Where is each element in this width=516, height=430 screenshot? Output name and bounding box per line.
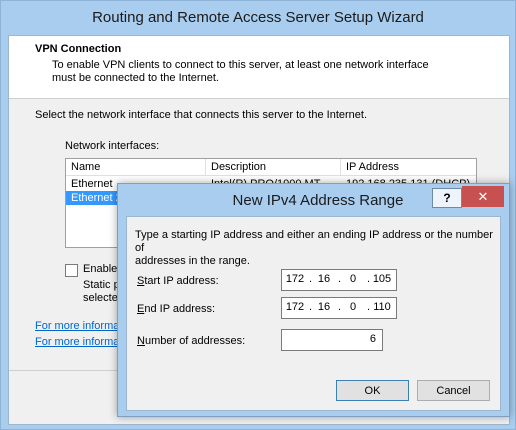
ipv4-range-dialog: New IPv4 Address Range ? ✕ Type a starti…	[117, 183, 510, 417]
wizard-header: VPN Connection To enable VPN clients to …	[9, 36, 509, 99]
column-header-name[interactable]: Name	[66, 159, 206, 175]
column-header-ip[interactable]: IP Address	[341, 159, 476, 175]
start-ip-octet-4[interactable]: 105	[371, 273, 393, 285]
start-ip-input[interactable]: 172 . 16 . 0 . 105	[281, 269, 397, 291]
octet-separator: .	[367, 273, 371, 285]
number-label-text: umber of addresses:	[144, 335, 246, 347]
close-icon: ✕	[477, 189, 489, 204]
help-button[interactable]: ?	[432, 188, 462, 208]
number-of-addresses-value: 6	[369, 333, 376, 345]
column-header-description[interactable]: Description	[206, 159, 341, 175]
close-button[interactable]: ✕	[462, 186, 504, 207]
dialog-client-area: Type a starting IP address and either an…	[126, 216, 501, 411]
dialog-title: New IPv4 Address Range	[232, 192, 404, 209]
start-ip-octet-2[interactable]: 16	[313, 273, 335, 285]
network-interfaces-label: Network interfaces:	[65, 140, 160, 152]
dialog-description: Type a starting IP address and either an…	[135, 229, 495, 268]
number-of-addresses-label: Number of addresses:	[137, 335, 245, 347]
more-info-link-2[interactable]: For more informati	[35, 336, 125, 348]
number-of-addresses-input[interactable]: 6	[281, 329, 383, 351]
end-ip-octet-4[interactable]: 110	[371, 301, 393, 313]
help-icon: ?	[443, 191, 451, 205]
instruction-text: Select the network interface that connec…	[35, 109, 368, 121]
octet-separator: .	[338, 273, 342, 285]
page-description-line1: To enable VPN clients to connect to this…	[52, 59, 429, 71]
ok-button[interactable]: OK	[336, 380, 409, 401]
dialog-description-line2: addresses in the range.	[135, 255, 250, 267]
end-ip-octet-1[interactable]: 172	[284, 301, 306, 313]
start-ip-label-text: tart IP address:	[144, 275, 219, 287]
more-info-link-1[interactable]: For more informati	[35, 320, 125, 332]
enable-checkbox-label: Enable	[83, 263, 118, 275]
page-title: VPN Connection	[35, 43, 122, 55]
octet-separator: .	[367, 301, 371, 313]
wizard-title: Routing and Remote Access Server Setup W…	[92, 9, 424, 26]
end-ip-octet-3[interactable]: 0	[342, 301, 364, 313]
page-description-line2: must be connected to the Internet.	[52, 72, 219, 84]
end-ip-input[interactable]: 172 . 16 . 0 . 110	[281, 297, 397, 319]
end-ip-label-text: nd IP address:	[144, 303, 216, 315]
end-ip-octet-2[interactable]: 16	[313, 301, 335, 313]
list-header: Name Description IP Address	[66, 159, 476, 176]
start-ip-octet-3[interactable]: 0	[342, 273, 364, 285]
dialog-description-line1: Type a starting IP address and either an…	[135, 229, 493, 254]
octet-separator: .	[309, 273, 313, 285]
page-description: To enable VPN clients to connect to this…	[52, 59, 462, 85]
octet-separator: .	[338, 301, 342, 313]
end-ip-label: End IP address:	[137, 303, 215, 315]
enable-checkbox[interactable]	[65, 264, 78, 277]
start-ip-octet-1[interactable]: 172	[284, 273, 306, 285]
octet-separator: .	[309, 301, 313, 313]
start-ip-label: Start IP address:	[137, 275, 219, 287]
number-label-accel: N	[137, 335, 145, 347]
cancel-button[interactable]: Cancel	[417, 380, 490, 401]
